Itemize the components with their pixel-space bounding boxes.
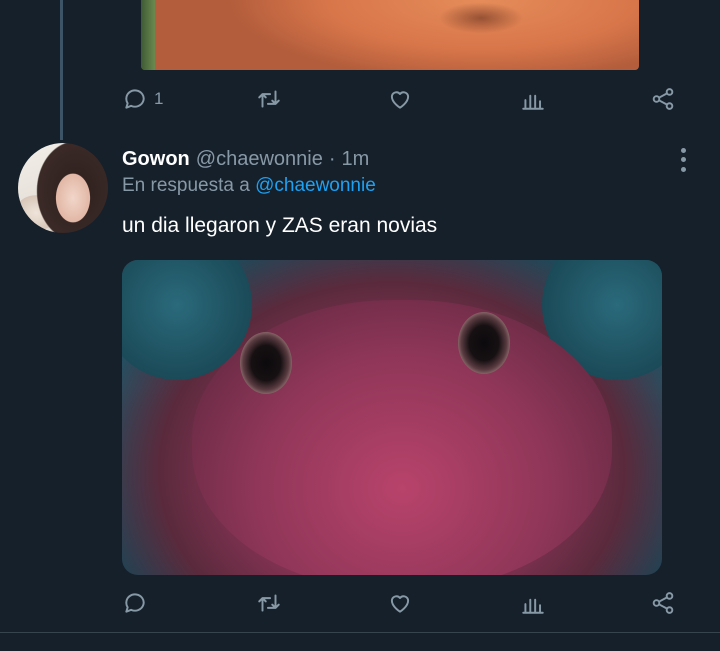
reply-context: En respuesta a @chaewonnie: [122, 175, 376, 197]
retweet-icon: [258, 90, 280, 108]
share-button[interactable]: [650, 588, 676, 618]
more-dot: [680, 166, 686, 172]
media-eye: [240, 332, 292, 394]
previous-analytics-button[interactable]: [520, 84, 546, 114]
previous-share-button[interactable]: [650, 84, 676, 114]
retweet-button[interactable]: [256, 588, 282, 618]
analytics-icon: [522, 598, 544, 614]
previous-tweet-action-bar: 1: [122, 84, 682, 114]
previous-media-edge: [141, 0, 155, 70]
like-icon: [390, 595, 410, 613]
more-dot: [680, 157, 686, 163]
analytics-button[interactable]: [520, 588, 546, 618]
reply-mention-link[interactable]: @chaewonnie: [255, 175, 376, 196]
more-options-icon[interactable]: [674, 146, 692, 174]
previous-retweet-button[interactable]: [256, 84, 282, 114]
header-separator: ·: [328, 148, 336, 170]
reply-button[interactable]: [122, 588, 154, 618]
tweet-action-bar: [122, 588, 682, 618]
author-handle[interactable]: @chaewonnie: [196, 148, 323, 171]
reply-icon: [125, 593, 145, 613]
reply-icon: [125, 89, 145, 109]
media-eye: [458, 312, 510, 374]
tweet-header: Gowon @chaewonnie · 1m: [122, 148, 369, 174]
author-name[interactable]: Gowon: [122, 148, 190, 171]
more-dot: [680, 148, 686, 154]
thread-connector-line: [60, 0, 63, 140]
share-icon: [652, 88, 674, 110]
tweet-media-image[interactable]: [122, 260, 662, 575]
retweet-icon: [258, 594, 280, 612]
timeline: 1 Gowon @chaewonnie · 1m En respuesta a …: [0, 0, 720, 651]
like-icon: [390, 91, 410, 109]
previous-reply-count: 1: [154, 89, 164, 108]
previous-tweet-media[interactable]: [141, 0, 639, 70]
tweet-divider: [0, 632, 720, 633]
previous-reply-button[interactable]: 1: [122, 84, 163, 114]
tweet-text: un dia llegaron y ZAS eran novias: [122, 214, 438, 237]
author-avatar[interactable]: [18, 143, 108, 233]
previous-like-button[interactable]: [387, 84, 413, 114]
share-icon: [652, 592, 674, 614]
tweet-timestamp[interactable]: 1m: [342, 148, 370, 171]
reply-prefix: En respuesta a: [122, 175, 250, 196]
like-button[interactable]: [387, 588, 413, 618]
analytics-icon: [522, 94, 544, 110]
